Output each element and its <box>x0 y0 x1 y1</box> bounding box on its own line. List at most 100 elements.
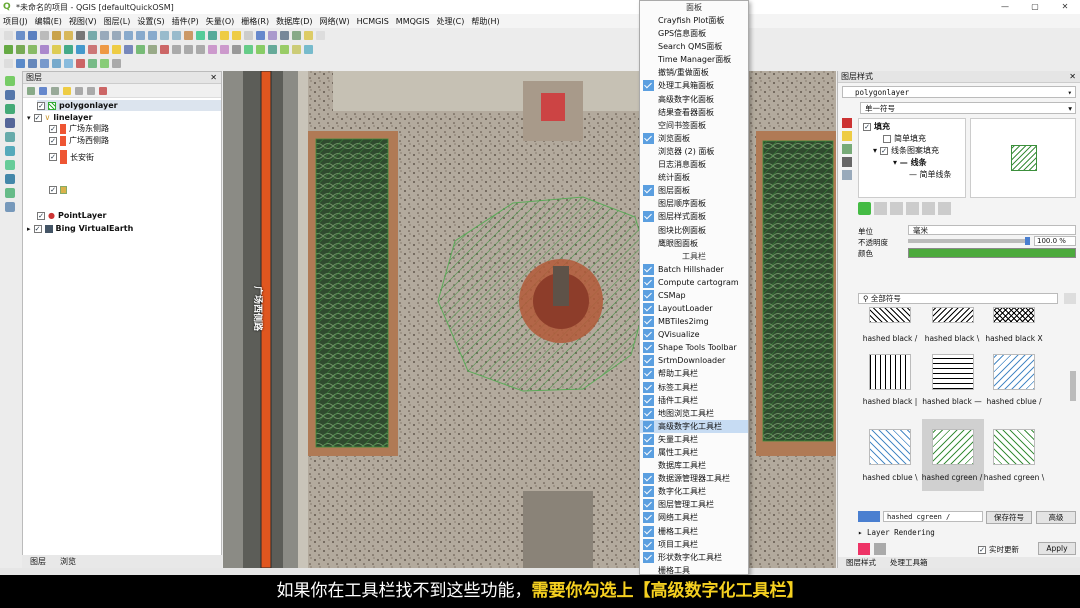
filter-icon[interactable] <box>63 86 71 95</box>
apply-button[interactable]: Apply <box>1038 542 1076 555</box>
save-edits-icon[interactable] <box>124 44 133 54</box>
layer-checkbox[interactable]: ✓ <box>37 211 45 220</box>
symbol-swatch[interactable] <box>993 429 1035 465</box>
toolbars-menu-item[interactable]: 帮助工具栏 <box>640 367 748 380</box>
grid-icon[interactable] <box>112 58 121 68</box>
layer-class-guangchang-west[interactable]: ✓ 广场西侧路 <box>49 135 109 146</box>
history-back-icon[interactable] <box>858 543 870 555</box>
menu-mmqgis[interactable]: MMQGIS <box>396 17 430 26</box>
cut-icon[interactable] <box>172 44 181 54</box>
menu-edit[interactable]: 编辑(E) <box>35 16 62 27</box>
add-mesh-icon[interactable] <box>40 44 49 54</box>
symbol-swatch[interactable] <box>869 307 911 323</box>
zoom-layer-icon[interactable] <box>136 30 145 40</box>
symbol-swatch[interactable] <box>932 354 974 390</box>
toolbars-menu-item[interactable]: LayoutLoader <box>640 302 748 315</box>
save-symbol-button[interactable]: 保存符号 <box>986 511 1032 524</box>
zoom-in-icon[interactable] <box>100 30 109 40</box>
panels-menu-item[interactable]: Crayfish Plot面板 <box>640 14 748 27</box>
tree-checkbox[interactable] <box>883 134 891 143</box>
tree-simple-line[interactable]: — 简单线条 <box>909 169 952 180</box>
open-project-icon[interactable] <box>16 30 25 40</box>
layer-item-polygonlayer[interactable]: ✓ polygonlayer <box>37 100 221 111</box>
select-value-icon[interactable] <box>232 30 241 40</box>
symbology-icon[interactable] <box>842 118 852 128</box>
add-wfs-icon[interactable] <box>5 104 15 114</box>
history-forward-icon[interactable] <box>874 543 886 555</box>
menu-web[interactable]: 网络(W) <box>320 16 350 27</box>
style-manager-icon[interactable] <box>27 86 35 95</box>
layer-rendering-section[interactable]: ▸ Layer Rendering <box>858 528 935 537</box>
duplicate-icon[interactable] <box>906 202 919 215</box>
digitize-mode-icon[interactable] <box>4 58 13 68</box>
collapse-all-icon[interactable] <box>87 86 95 95</box>
remove-symbol-layer-icon[interactable] <box>874 202 887 215</box>
layer-item-linelayer[interactable]: ▾ ✓ ∨ linelayer <box>27 112 92 123</box>
live-update-toggle[interactable]: ✓ 实时更新 <box>978 544 1019 555</box>
layout-manager-icon[interactable] <box>64 30 73 40</box>
pan-icon[interactable] <box>76 30 85 40</box>
toolbars-menu-item[interactable]: 栅格工具栏 <box>640 525 748 538</box>
tree-line-pattern-fill[interactable]: ▾ ✓ 线条图案填充 <box>873 145 939 156</box>
panels-menu-item[interactable]: 处理工具箱面板 <box>640 79 748 92</box>
add-raster-icon[interactable] <box>28 44 37 54</box>
paste-icon[interactable] <box>196 44 205 54</box>
toolbars-menu-item[interactable]: 网络工具栏 <box>640 511 748 524</box>
toolbars-menu-item[interactable]: 项目工具栏 <box>640 538 748 551</box>
layer-item-pointlayer[interactable]: ✓ ● PointLayer <box>37 210 106 221</box>
panels-menu-item[interactable]: Search QMS面板 <box>640 40 748 53</box>
toolbars-menu-item[interactable]: Compute cartogram <box>640 276 748 289</box>
tab-layers[interactable]: 图层 <box>30 556 46 567</box>
3d-view-icon[interactable] <box>842 157 852 167</box>
label-icon[interactable] <box>232 44 241 54</box>
add-symbol-layer-icon[interactable] <box>858 202 871 215</box>
menu-layer[interactable]: 图层(L) <box>104 16 131 27</box>
refresh-icon[interactable] <box>196 30 205 40</box>
toolbars-menu-item[interactable]: 数据库工具栏 <box>640 459 748 472</box>
tab-processing-toolbox[interactable]: 处理工具箱 <box>890 557 928 568</box>
toolbars-menu-item[interactable]: CSMap <box>640 289 748 302</box>
add-group-icon[interactable] <box>39 86 47 95</box>
menu-hcmgis[interactable]: HCMGIS <box>357 17 389 26</box>
zoom-out-icon[interactable] <box>112 30 121 40</box>
menu-vector[interactable]: 矢量(O) <box>206 16 235 27</box>
symbol-grid-scrollbar[interactable] <box>1070 371 1076 401</box>
layer-select[interactable]: polygonlayer ▾ <box>842 86 1076 98</box>
remove-layer-icon[interactable] <box>99 86 107 95</box>
circle-icon[interactable] <box>64 58 73 68</box>
menu-help[interactable]: 帮助(H) <box>471 16 499 27</box>
add-spatialite-icon[interactable] <box>64 44 73 54</box>
menu-project[interactable]: 项目(J) <box>3 16 28 27</box>
layout-icon[interactable] <box>52 30 61 40</box>
close-button[interactable]: ✕ <box>1050 0 1080 14</box>
identify-icon[interactable] <box>208 30 217 40</box>
panels-menu-item[interactable]: 鹰眼图面板 <box>640 237 748 250</box>
menu-settings[interactable]: 设置(S) <box>137 16 164 27</box>
zoom-full-icon[interactable] <box>124 30 133 40</box>
add-postgis-icon[interactable] <box>76 44 85 54</box>
minimize-button[interactable]: — <box>990 0 1020 14</box>
zoom-next-icon[interactable] <box>172 30 181 40</box>
add-polygon-icon[interactable] <box>136 44 145 54</box>
polygon-regular-icon[interactable] <box>100 58 109 68</box>
symbol-library-icon[interactable] <box>1064 293 1076 304</box>
add-vector-icon[interactable] <box>16 44 25 54</box>
manage-visibility-icon[interactable] <box>51 86 59 95</box>
tab-browser[interactable]: 浏览 <box>60 556 76 567</box>
class-checkbox[interactable]: ✓ <box>49 185 57 194</box>
labels-icon[interactable] <box>842 131 852 141</box>
maximize-button[interactable]: ▢ <box>1020 0 1050 14</box>
save-as-icon[interactable] <box>40 30 49 40</box>
toolbars-menu-item[interactable]: Shape Tools Toolbar <box>640 341 748 354</box>
map-tips-icon[interactable] <box>304 30 313 40</box>
panels-menu-item[interactable]: 图层面板 <box>640 184 748 197</box>
tree-line[interactable]: ▾ — 线条 <box>893 157 927 168</box>
save-project-icon[interactable] <box>28 30 37 40</box>
layer-item-bing[interactable]: ▸ ✓ Bing VirtualEarth <box>27 223 133 234</box>
panels-menu-item[interactable]: 撤销/重做面板 <box>640 66 748 79</box>
panels-menu-item[interactable]: 日志消息面板 <box>640 158 748 171</box>
panels-menu-item[interactable]: 图层顺序面板 <box>640 197 748 210</box>
toolbars-menu-item[interactable]: 标签工具栏 <box>640 381 748 394</box>
layer-class-other[interactable]: ✓ <box>49 184 67 195</box>
add-virtual-icon[interactable] <box>88 44 97 54</box>
